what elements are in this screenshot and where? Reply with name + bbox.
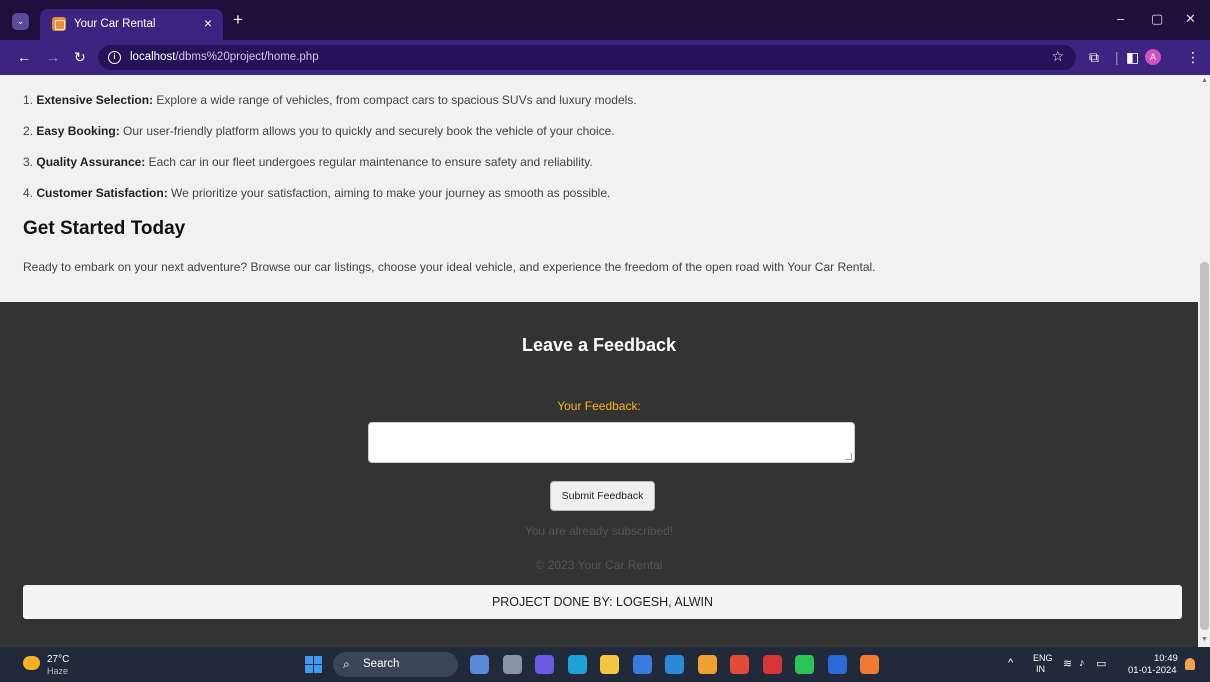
weather-condition[interactable]: Haze — [47, 666, 68, 676]
url-text[interactable]: localhost/dbms%20project/home.php — [130, 51, 319, 63]
scroll-down-icon[interactable]: ▼ — [1201, 636, 1208, 643]
mail-icon[interactable] — [665, 655, 684, 674]
close-window-icon[interactable]: ✕ — [1185, 11, 1196, 27]
search-label: Search — [363, 658, 400, 670]
get-started-heading: Get Started Today — [23, 218, 186, 239]
feedback-textarea[interactable] — [368, 422, 855, 463]
file-explorer-icon[interactable] — [600, 655, 619, 674]
reload-icon[interactable]: ↻ — [74, 49, 86, 66]
xampp-favicon-icon — [52, 17, 66, 31]
project-credits: PROJECT DONE BY: LOGESH, ALWIN — [23, 585, 1182, 619]
tab-title: Your Car Rental — [74, 18, 156, 30]
forward-icon[interactable]: → — [46, 49, 60, 65]
scroll-up-icon[interactable]: ▲ — [1201, 77, 1208, 84]
copyright-text: © 2023 Your Car Rental — [535, 558, 663, 572]
maximize-icon[interactable]: ▢ — [1151, 11, 1163, 27]
tab-search-icon[interactable]: ⌄ — [12, 13, 29, 30]
address-bar[interactable]: i localhost/dbms%20project/home.php ☆ — [98, 45, 1076, 70]
task-view-icon[interactable] — [502, 655, 522, 674]
browser-tab[interactable]: Your Car Rental × — [40, 9, 223, 40]
feature-item: 2. Easy Booking: Our user-friendly platf… — [23, 124, 615, 138]
subscribed-message: You are already subscribed! — [524, 524, 674, 538]
submit-feedback-button[interactable]: Submit Feedback — [550, 481, 655, 511]
wifi-icon[interactable]: ≋ — [1063, 657, 1072, 670]
get-started-text: Ready to embark on your next adventure? … — [23, 260, 876, 274]
scrollbar-thumb[interactable] — [1200, 262, 1209, 630]
language-code[interactable]: ENG — [1033, 653, 1053, 663]
show-hidden-icons-icon[interactable]: ^ — [1008, 657, 1013, 669]
feature-item: 4. Customer Satisfaction: We prioritize … — [23, 186, 611, 200]
close-tab-icon[interactable]: × — [204, 15, 212, 31]
clock-time[interactable]: 10:49 — [1154, 653, 1178, 664]
xampp-icon[interactable] — [860, 655, 879, 674]
taskbar-search[interactable]: ⌕ Search — [333, 652, 458, 677]
page-content: 1. Extensive Selection: Explore a wide r… — [0, 75, 1198, 647]
weather-temperature[interactable]: 27°C — [47, 654, 69, 665]
battery-icon[interactable]: ▭ — [1096, 657, 1106, 670]
photos-icon[interactable] — [697, 655, 717, 674]
store-icon[interactable] — [632, 655, 652, 674]
mcafee-icon[interactable] — [762, 655, 782, 674]
language-region[interactable]: IN — [1036, 664, 1045, 674]
chrome-icon[interactable] — [730, 655, 749, 674]
menu-kebab-icon[interactable]: ⋮ — [1186, 49, 1200, 66]
extensions-icon[interactable]: ⧉ — [1089, 49, 1099, 66]
toolbar-divider: | — [1115, 49, 1119, 65]
browser-tab-bar: ⌄ Your Car Rental × + – ▢ ✕ — [0, 0, 1210, 40]
search-icon: ⌕ — [343, 657, 350, 671]
windows-start-icon[interactable] — [305, 656, 322, 673]
side-panel-icon[interactable]: ◧ — [1126, 49, 1139, 66]
feedback-label: Your Feedback: — [557, 399, 641, 413]
whatsapp-icon[interactable] — [795, 655, 814, 674]
site-info-icon[interactable]: i — [108, 51, 121, 64]
widget-app-icon[interactable] — [470, 655, 489, 674]
weather-haze-icon[interactable] — [23, 656, 40, 670]
volume-icon[interactable]: ♪ — [1079, 657, 1085, 669]
notification-bell-icon[interactable] — [1185, 658, 1195, 670]
minimize-icon[interactable]: – — [1117, 11, 1124, 26]
back-icon[interactable]: ← — [17, 49, 31, 65]
site-footer: Leave a Feedback Your Feedback: Submit F… — [0, 302, 1198, 647]
clock-date[interactable]: 01-01-2024 — [1128, 665, 1177, 676]
new-tab-icon[interactable]: + — [233, 10, 243, 30]
feedback-title: Leave a Feedback — [521, 335, 677, 355]
feature-item: 3. Quality Assurance: Each car in our fl… — [23, 155, 593, 169]
word-icon[interactable] — [827, 655, 847, 674]
profile-avatar[interactable]: A — [1145, 49, 1161, 65]
bookmark-star-icon[interactable]: ☆ — [1051, 48, 1064, 65]
address-toolbar: ← → ↻ i localhost/dbms%20project/home.ph… — [0, 40, 1210, 75]
edge-icon[interactable] — [567, 655, 587, 674]
meet-icon[interactable] — [535, 655, 554, 674]
feature-item: 1. Extensive Selection: Explore a wide r… — [23, 93, 637, 107]
windows-taskbar: 27°C Haze ⌕ Search ^ ENG IN ≋ ♪ ▭ 10:49 … — [0, 647, 1210, 682]
